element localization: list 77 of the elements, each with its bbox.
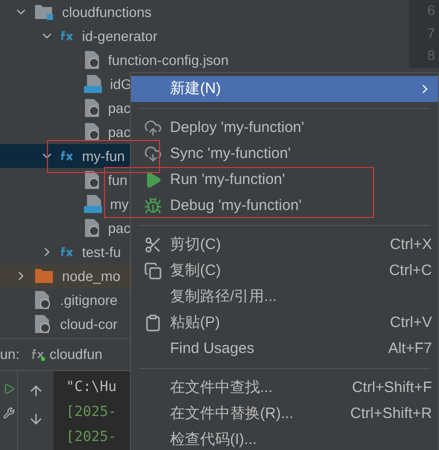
tree-item[interactable]: pac (0, 96, 130, 120)
json-file-icon (84, 218, 100, 238)
cloud-download-icon (144, 145, 162, 163)
shortcut-label: Ctrl+Shift+R (350, 404, 432, 424)
debug-icon (144, 197, 162, 215)
wrench-icon[interactable] (2, 407, 14, 419)
menu-item-label: Deploy 'my-function' (170, 118, 306, 138)
menu-item-label: 复制路径/引用... (170, 286, 278, 307)
menu-item[interactable]: 新建(N) (131, 76, 438, 102)
menu-item-label: 新建(N) (170, 78, 222, 99)
tree-item[interactable]: cloud-cor (0, 312, 130, 336)
console-line: "C:\Hu (66, 378, 117, 397)
tree-item[interactable]: idG (0, 72, 130, 96)
menu-item-label: 剪切(C) (170, 234, 222, 255)
menu-item[interactable]: 在文件中替换(R)... Ctrl+Shift+R (131, 401, 438, 427)
copy-icon (144, 262, 162, 280)
tree-item[interactable]: cloudfunctions (0, 0, 409, 24)
tree-item[interactable]: .gitignore (0, 288, 130, 312)
console-line: [2025- (66, 428, 117, 447)
menu-item[interactable]: 复制(C) Ctrl+C (131, 258, 438, 284)
menu-item[interactable]: 检查代码(I)... (131, 427, 438, 450)
tree-item[interactable]: test-fu (0, 240, 130, 264)
run-tab[interactable]: cloudfun (31, 344, 102, 365)
cut-icon (144, 236, 162, 254)
function-icon (60, 31, 74, 41)
scroll-up-icon[interactable] (28, 383, 44, 399)
shortcut-label: Alt+F7 (388, 338, 432, 359)
tree-item[interactable]: fun (0, 168, 130, 192)
menu-item[interactable]: 剪切(C) Ctrl+X (131, 232, 438, 258)
typescript-file-icon (84, 194, 102, 214)
cloud-upload-icon (144, 119, 162, 137)
function-icon (60, 247, 74, 257)
typescript-file-icon (84, 74, 102, 94)
menu-item[interactable]: Deploy 'my-function' (131, 115, 438, 141)
menu-item[interactable]: 复制路径/引用... (131, 284, 438, 310)
ignored-file-icon (34, 290, 52, 310)
menu-item[interactable]: Sync 'my-function' (131, 141, 438, 167)
shortcut-label: Ctrl+Shift+F (352, 378, 432, 398)
tree-item[interactable]: id-generator (0, 24, 409, 48)
menu-item[interactable]: Find Usages Alt+F7 (131, 336, 438, 362)
menu-item-label: 在文件中查找... (170, 378, 274, 398)
folder-icon (34, 3, 54, 21)
json-file-icon (84, 98, 100, 118)
shortcut-label: Ctrl+V (390, 312, 432, 333)
menu-item[interactable]: Debug 'my-function' (131, 193, 438, 219)
menu-item-label: 检查代码(I)... (170, 430, 258, 450)
function-icon (60, 151, 74, 161)
shortcut-label: Ctrl+C (389, 260, 432, 281)
tree-item[interactable]: pac (0, 120, 130, 144)
menu-item-label: Sync 'my-function' (170, 144, 292, 164)
console-line: [2025- (66, 403, 117, 422)
json-file-icon (84, 122, 100, 142)
json-file-icon (84, 50, 100, 70)
function-icon (31, 348, 46, 360)
ignored-file-icon (34, 314, 52, 334)
paste-icon (144, 314, 162, 332)
menu-item[interactable]: 粘贴(P) Ctrl+V (131, 310, 438, 336)
tree-item[interactable]: pac (0, 216, 130, 240)
menu-item-label: 复制(C) (170, 260, 222, 281)
shortcut-label: Ctrl+X (390, 234, 432, 255)
json-file-icon (84, 170, 100, 190)
run-icon (144, 171, 162, 189)
run-label: un: (0, 345, 20, 364)
menu-item-label: 在文件中替换(R)... (170, 404, 294, 424)
tree-item[interactable]: node_mo (0, 264, 130, 288)
rerun-icon[interactable] (2, 383, 14, 395)
folder-icon (34, 268, 54, 284)
tree-item[interactable]: function-config.json (0, 48, 409, 72)
menu-item-label: 粘贴(P) (170, 312, 221, 333)
scroll-down-icon[interactable] (28, 411, 44, 427)
tree-item[interactable]: my (0, 192, 130, 216)
menu-item[interactable]: 在文件中查找... Ctrl+Shift+F (131, 375, 438, 401)
menu-item-label: Debug 'my-function' (170, 196, 303, 216)
menu-item[interactable]: Run 'my-function' (131, 167, 438, 193)
tree-item[interactable]: my-fun (0, 144, 130, 168)
menu-item-label: Run 'my-function' (170, 170, 286, 190)
menu-item-label: Find Usages (170, 338, 256, 359)
